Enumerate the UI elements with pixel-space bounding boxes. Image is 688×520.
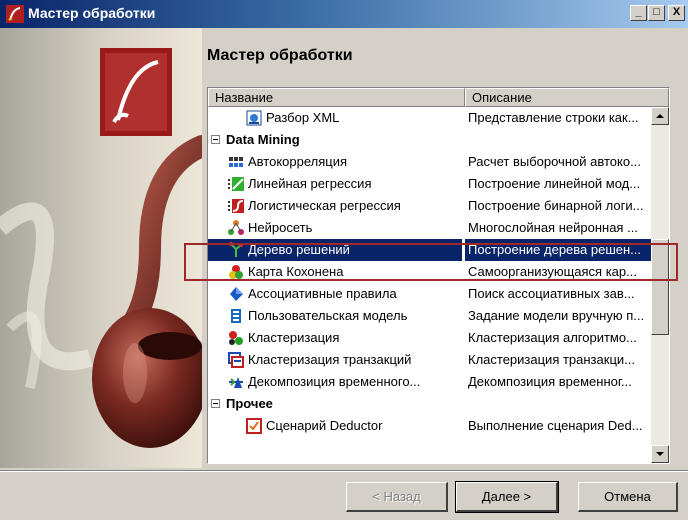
clustering-icon [229, 331, 243, 345]
linear-regression-icon [228, 177, 244, 191]
list-item[interactable]: Кластеризация транзакций Кластеризация т… [208, 349, 651, 371]
minimize-button[interactable]: _ [630, 5, 647, 21]
title-bar[interactable]: Мастер обработки _ □ X [0, 0, 688, 28]
autocorrelation-icon [229, 157, 243, 167]
window-title: Мастер обработки [28, 5, 156, 21]
list-rows: Разбор XML Представление строки как... D… [208, 107, 651, 463]
list-item[interactable]: Нейросеть Многослойная нейронная ... [208, 217, 651, 239]
list-item[interactable]: Сценарий Deductor Выполнение сценария De… [208, 415, 651, 437]
deductor-script-icon [246, 418, 262, 434]
list-item[interactable]: Ассоциативные правила Поиск ассоциативны… [208, 283, 651, 305]
back-button[interactable]: < Назад [346, 482, 448, 512]
logistic-regression-icon [228, 199, 244, 213]
arrow-down-icon [656, 452, 664, 456]
scroll-down-button[interactable] [651, 445, 669, 463]
user-model-icon [231, 309, 241, 323]
page-title: Мастер обработки [207, 47, 353, 64]
pipe-illustration [0, 48, 202, 448]
list-item[interactable]: Автокорреляция Расчет выборочной автоко.… [208, 151, 651, 173]
list-item[interactable]: Пользовательская модель Задание модели в… [208, 305, 651, 327]
association-rules-icon [230, 287, 243, 301]
list-item[interactable]: Логистическая регрессия Построение бинар… [208, 195, 651, 217]
collapse-toggle-icon[interactable] [211, 135, 220, 144]
highlight-frame [184, 243, 678, 281]
transaction-clustering-icon [228, 352, 244, 368]
xml-parse-icon [246, 110, 262, 126]
group-other[interactable]: Прочее [208, 393, 651, 415]
arrow-up-icon [656, 114, 664, 118]
wizard-side-image [0, 28, 202, 468]
group-data-mining[interactable]: Data Mining [208, 129, 651, 151]
time-decomposition-icon [229, 377, 243, 388]
neural-network-icon [228, 220, 244, 235]
maximize-button[interactable]: □ [648, 5, 665, 21]
list-item[interactable]: Разбор XML Представление строки как... [208, 107, 651, 129]
list-header: Название Описание [208, 88, 669, 107]
list-item[interactable]: Линейная регрессия Построение линейной м… [208, 173, 651, 195]
scroll-up-button[interactable] [651, 107, 669, 125]
list-item[interactable]: Кластеризация Кластеризация алгоритмо... [208, 327, 651, 349]
cancel-button[interactable]: Отмена [578, 482, 678, 512]
list-item[interactable]: Декомпозиция временного... Декомпозиция … [208, 371, 651, 393]
close-button[interactable]: X [668, 5, 685, 21]
separator [0, 470, 688, 472]
vertical-scrollbar[interactable] [651, 107, 669, 463]
column-header-name[interactable]: Название [208, 88, 465, 107]
wizard-app-icon [6, 5, 24, 23]
next-button[interactable]: Далее > [455, 481, 559, 513]
column-header-description[interactable]: Описание [465, 88, 669, 107]
collapse-toggle-icon[interactable] [211, 399, 220, 408]
